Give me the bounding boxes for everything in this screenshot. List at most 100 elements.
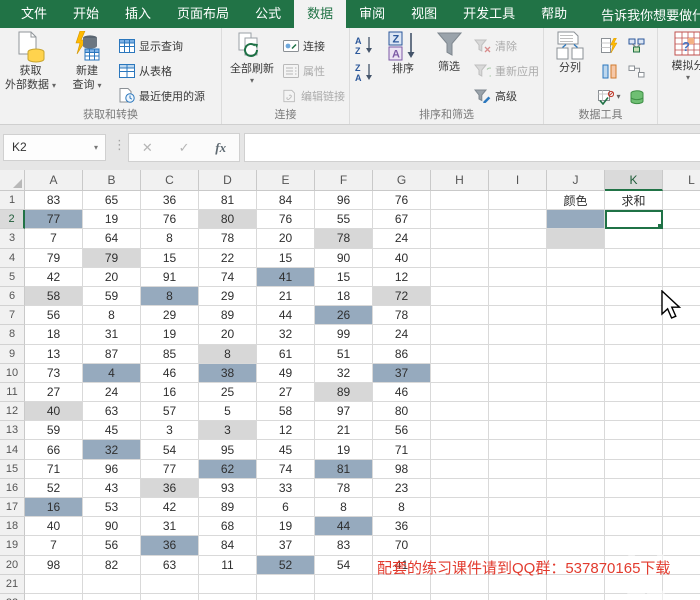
cell-F8[interactable]: 99 <box>315 325 373 345</box>
cell-K13[interactable] <box>605 421 663 441</box>
cell-K7[interactable] <box>605 306 663 326</box>
cell-K15[interactable] <box>605 459 663 479</box>
cell-F13[interactable]: 21 <box>315 421 373 441</box>
row-header-18[interactable]: 18 <box>0 517 25 537</box>
cell-A14[interactable]: 66 <box>25 440 83 460</box>
flash-fill-button[interactable] <box>601 37 618 53</box>
column-header-G[interactable]: G <box>373 170 431 191</box>
cell-A8[interactable]: 18 <box>25 325 83 345</box>
cell-D16[interactable]: 93 <box>199 478 257 498</box>
cell-K12[interactable] <box>605 402 663 422</box>
cell-E22[interactable] <box>257 593 315 600</box>
cell-G7[interactable]: 78 <box>373 306 431 326</box>
cell-I13[interactable] <box>489 421 547 441</box>
cell-J8[interactable] <box>547 325 605 345</box>
column-header-H[interactable]: H <box>431 170 489 191</box>
cell-C22[interactable] <box>141 593 199 600</box>
cell-F17[interactable]: 8 <box>315 498 373 518</box>
select-all-corner[interactable] <box>0 170 25 191</box>
cell-I16[interactable] <box>489 478 547 498</box>
cell-E8[interactable]: 32 <box>257 325 315 345</box>
cell-D11[interactable]: 25 <box>199 382 257 403</box>
cell-I7[interactable] <box>489 306 547 326</box>
cell-K2[interactable] <box>605 210 663 230</box>
cell-G9[interactable]: 86 <box>373 344 431 364</box>
cell-H7[interactable] <box>431 306 489 326</box>
cell-A7[interactable]: 56 <box>25 306 83 326</box>
cell-C19[interactable]: 36 <box>141 536 199 556</box>
cell-D3[interactable]: 78 <box>199 229 257 249</box>
cell-C4[interactable]: 15 <box>141 248 199 268</box>
column-header-A[interactable]: A <box>25 170 83 191</box>
sort-button[interactable]: Z A 排序 <box>381 31 425 113</box>
cell-L9[interactable] <box>663 344 700 364</box>
cell-H16[interactable] <box>431 478 489 498</box>
cell-A12[interactable]: 40 <box>25 402 83 422</box>
cell-E9[interactable]: 61 <box>257 344 315 364</box>
cell-D13[interactable]: 3 <box>199 421 257 441</box>
cell-D14[interactable]: 95 <box>199 440 257 460</box>
cell-F22[interactable] <box>315 593 373 600</box>
name-box[interactable]: K2 ▾ <box>3 134 106 161</box>
row-header-19[interactable]: 19 <box>0 536 25 556</box>
cell-K6[interactable] <box>605 286 663 307</box>
cell-D1[interactable]: 81 <box>199 191 257 211</box>
cell-A5[interactable]: 42 <box>25 267 83 287</box>
cell-F9[interactable]: 51 <box>315 344 373 364</box>
cell-D6[interactable]: 29 <box>199 286 257 307</box>
cell-G1[interactable]: 76 <box>373 191 431 211</box>
cell-J22[interactable] <box>547 593 605 600</box>
cell-K4[interactable] <box>605 248 663 268</box>
row-header-8[interactable]: 8 <box>0 325 25 345</box>
cell-I6[interactable] <box>489 286 547 307</box>
column-header-J[interactable]: J <box>547 170 605 191</box>
clear-filter-button[interactable]: 清除 <box>472 33 542 58</box>
cell-F12[interactable]: 97 <box>315 402 373 422</box>
row-header-13[interactable]: 13 <box>0 421 25 441</box>
cell-C13[interactable]: 3 <box>141 421 199 441</box>
tab-developer[interactable]: 开发工具 <box>450 0 528 28</box>
cell-E16[interactable]: 33 <box>257 478 315 498</box>
tab-page-layout[interactable]: 页面布局 <box>164 0 242 28</box>
cell-F7[interactable]: 26 <box>315 306 373 326</box>
cell-F16[interactable]: 78 <box>315 478 373 498</box>
cell-K3[interactable] <box>605 229 663 249</box>
relationships-button[interactable] <box>628 64 645 79</box>
cell-E3[interactable]: 20 <box>257 229 315 249</box>
cell-G17[interactable]: 8 <box>373 498 431 518</box>
cell-E5[interactable]: 41 <box>257 267 315 287</box>
cell-E4[interactable]: 15 <box>257 248 315 268</box>
cell-J18[interactable] <box>547 517 605 537</box>
formula-input[interactable] <box>244 133 700 162</box>
cell-C18[interactable]: 31 <box>141 517 199 537</box>
cell-J7[interactable] <box>547 306 605 326</box>
cell-F20[interactable]: 54 <box>315 555 373 575</box>
cell-B9[interactable]: 87 <box>83 344 141 364</box>
cell-F11[interactable]: 89 <box>315 382 373 403</box>
cell-B7[interactable]: 8 <box>83 306 141 326</box>
cell-C8[interactable]: 19 <box>141 325 199 345</box>
cell-K18[interactable] <box>605 517 663 537</box>
cell-F10[interactable]: 32 <box>315 363 373 383</box>
cell-B22[interactable] <box>83 593 141 600</box>
cell-E14[interactable]: 45 <box>257 440 315 460</box>
cell-G12[interactable]: 80 <box>373 402 431 422</box>
cell-I9[interactable] <box>489 344 547 364</box>
recent-sources-button[interactable]: 最近使用的源 <box>117 83 220 108</box>
sort-descending-button[interactable]: ZA <box>353 62 375 83</box>
name-box-caret-icon[interactable]: ▾ <box>94 144 98 152</box>
row-header-10[interactable]: 10 <box>0 363 25 383</box>
cell-B18[interactable]: 90 <box>83 517 141 537</box>
cell-E13[interactable]: 12 <box>257 421 315 441</box>
cell-F15[interactable]: 81 <box>315 459 373 479</box>
cell-G6[interactable]: 72 <box>373 286 431 307</box>
cell-F21[interactable] <box>315 574 373 594</box>
cell-D17[interactable]: 89 <box>199 498 257 518</box>
tab-data[interactable]: 数据 <box>294 0 347 28</box>
cell-J19[interactable] <box>547 536 605 556</box>
cell-D9[interactable]: 8 <box>199 344 257 364</box>
cell-L10[interactable] <box>663 363 700 383</box>
from-table-button[interactable]: 从表格 <box>117 58 220 83</box>
cell-B16[interactable]: 43 <box>83 478 141 498</box>
row-header-14[interactable]: 14 <box>0 440 25 460</box>
